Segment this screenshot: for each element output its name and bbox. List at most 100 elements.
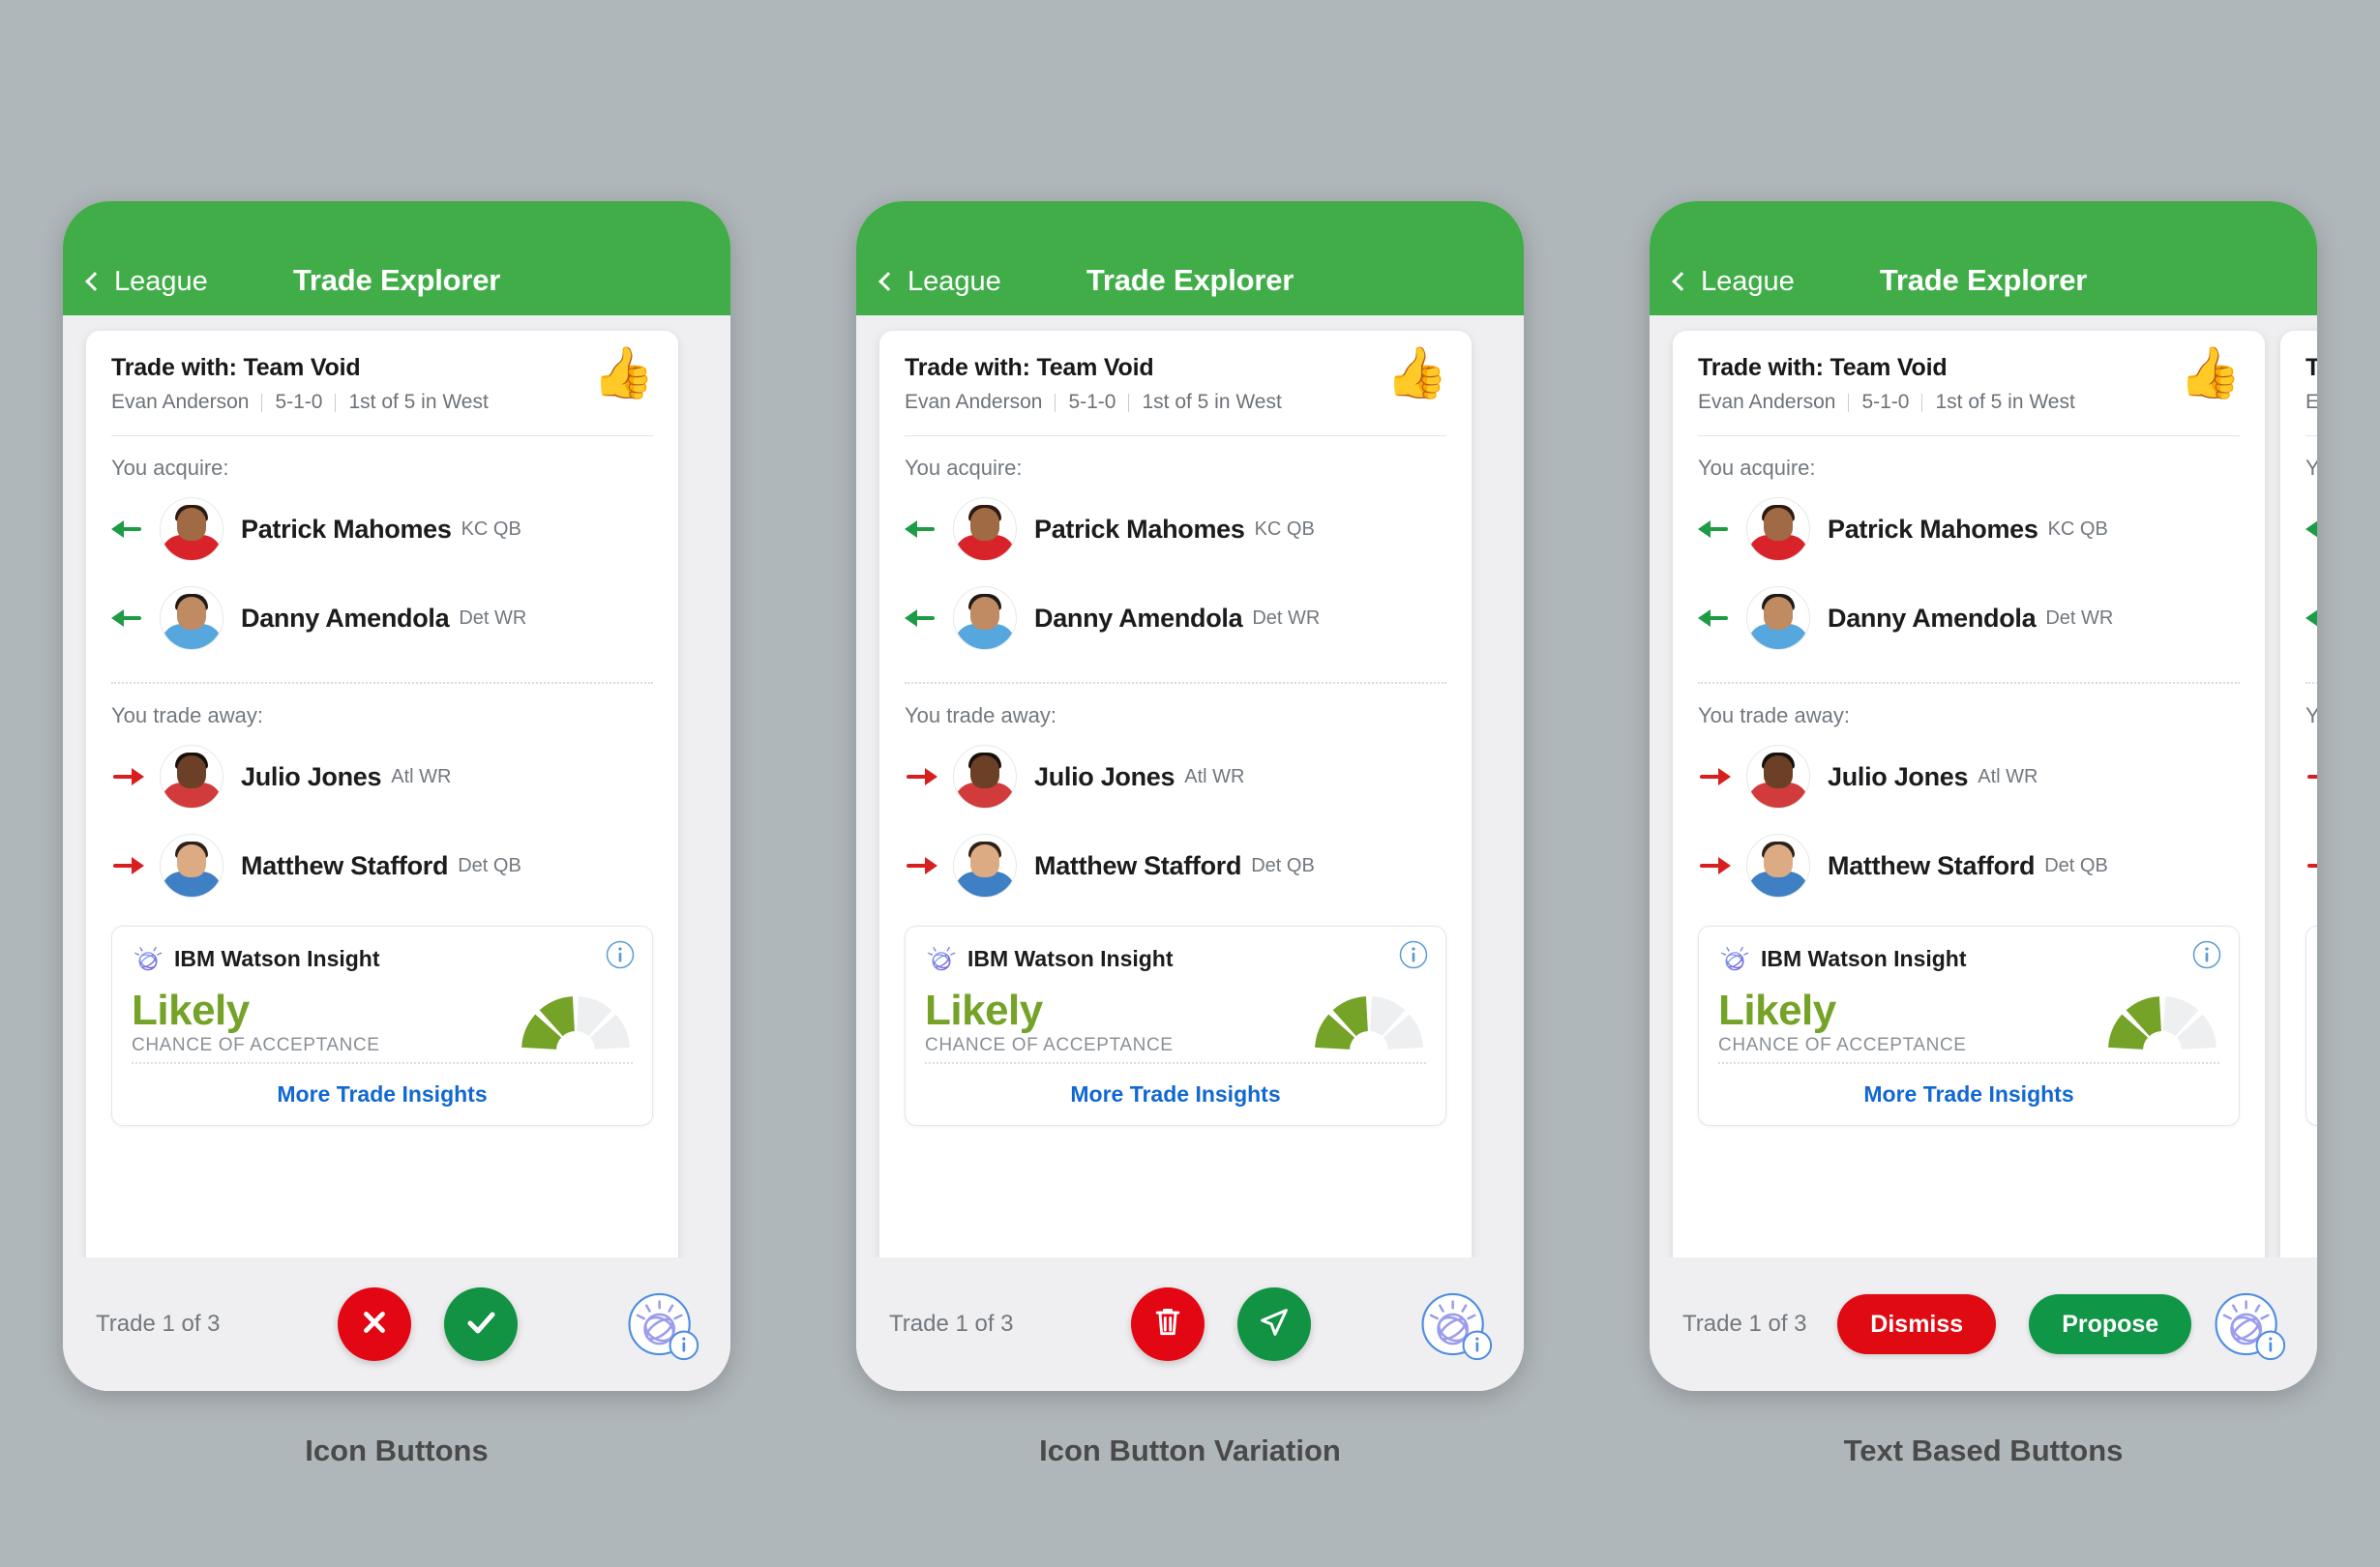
info-icon[interactable] bbox=[606, 940, 635, 969]
player-row[interactable]: Julio Jones Atl WR bbox=[1698, 732, 2240, 821]
watson-insight-header: IBM Watson Insight bbox=[1718, 942, 2219, 975]
trade-card[interactable]: Trade with: Team Void Evan Anderson 5-1-… bbox=[879, 331, 1472, 1257]
propose-trade-button[interactable] bbox=[1237, 1287, 1312, 1361]
watson-insight-title: IBM Watson Insight bbox=[174, 945, 380, 971]
arrow-out-icon bbox=[905, 857, 937, 874]
player-position: Atl WR bbox=[1978, 765, 2038, 787]
watson-assistant-fab[interactable] bbox=[622, 1284, 703, 1365]
phone-variant-3: League Trade Explorer Trade with: Team V… bbox=[1587, 201, 2380, 1468]
acceptance-verdict: Likely bbox=[925, 987, 1043, 1034]
trade-away-label: You trade away: bbox=[1698, 703, 1850, 727]
trade-card-header: Trade with: Team Void Evan Anderson 5-1-… bbox=[1698, 348, 2242, 414]
info-icon[interactable] bbox=[1399, 940, 1428, 969]
manager-name: Evan Anderson bbox=[905, 391, 1043, 413]
player-position: Det WR bbox=[2045, 606, 2114, 629]
avatar bbox=[953, 834, 1017, 898]
player-row[interactable]: Matthew Stafford Det QB bbox=[905, 821, 1446, 910]
propose-trade-button[interactable]: Propose bbox=[2029, 1294, 2192, 1354]
arrow-in-icon bbox=[1698, 609, 1731, 627]
arrow-out-icon bbox=[111, 768, 144, 785]
trade-card-header: Trade with: Team Void Evan Anderson 5-1-… bbox=[2306, 354, 2317, 414]
acquire-label: You acquire: bbox=[111, 456, 229, 480]
app-navbar: League Trade Explorer bbox=[63, 201, 730, 315]
player-row[interactable]: Patrick Mahomes KC QB bbox=[1698, 485, 2240, 574]
player-row[interactable]: Matthew Stafford Det QB bbox=[2306, 821, 2317, 910]
acceptance-verdict-block: Likely CHANCE OF ACCEPTANCE bbox=[132, 987, 380, 1056]
trade-card-carousel[interactable]: Trade with: Team Void Evan Anderson 5-1-… bbox=[1650, 331, 2317, 1257]
trade-card-header: Trade with: Team Void Evan Anderson 5-1-… bbox=[111, 348, 655, 414]
avatar bbox=[1746, 586, 1810, 650]
player-row[interactable]: Danny Amendola Det WR bbox=[1698, 574, 2240, 663]
section-divider bbox=[2306, 682, 2317, 684]
trade-card[interactable]: Trade with: Team Void Evan Anderson 5-1-… bbox=[1673, 331, 2265, 1257]
player-row[interactable]: Julio Jones Atl WR bbox=[111, 732, 653, 821]
trade-away-label: You trade away: bbox=[111, 703, 263, 727]
player-row[interactable]: Danny Amendola Det WR bbox=[111, 574, 653, 663]
player-row[interactable]: Julio Jones Atl WR bbox=[905, 732, 1446, 821]
watson-insight-card[interactable]: IBM Watson Insight Likely CHANCE OF ACCE… bbox=[1698, 926, 2240, 1127]
trade-counter: Trade 1 of 3 bbox=[889, 1311, 1014, 1337]
header-divider bbox=[1698, 435, 2240, 436]
player-row[interactable]: Patrick Mahomes KC QB bbox=[2306, 485, 2317, 574]
trade-actions bbox=[1014, 1287, 1429, 1361]
avatar bbox=[160, 497, 223, 561]
watson-insight-card[interactable]: IBM Watson Insight Likely CHANCE OF ACCE… bbox=[905, 926, 1446, 1127]
more-trade-insights-link[interactable]: More Trade Insights bbox=[1863, 1081, 2073, 1107]
info-icon[interactable] bbox=[2192, 940, 2221, 969]
arrow-out-icon bbox=[1698, 857, 1731, 874]
acceptance-verdict: Likely bbox=[132, 987, 250, 1034]
more-trade-insights-link[interactable]: More Trade Insights bbox=[277, 1081, 487, 1107]
header-divider bbox=[111, 435, 653, 436]
watson-insight-card[interactable]: IBM Watson Insight Likely CHANCE OF ACCE… bbox=[111, 926, 653, 1127]
watson-insight-card[interactable]: IBM Watson Insight Likely CHANCE OF ACCE… bbox=[2306, 926, 2317, 1127]
more-trade-insights-link[interactable]: More Trade Insights bbox=[1070, 1081, 1280, 1107]
avatar bbox=[953, 586, 1017, 650]
variant-caption: Icon Buttons bbox=[305, 1434, 489, 1467]
watson-icon bbox=[1718, 942, 1751, 975]
trade-partner-name: Trade with: Team Void bbox=[1698, 354, 1948, 381]
player-name: Danny Amendola bbox=[241, 603, 450, 633]
dismiss-trade-button[interactable] bbox=[1131, 1287, 1205, 1361]
action-bar: Trade 1 of 3 bbox=[856, 1257, 1524, 1391]
player-row[interactable]: Patrick Mahomes KC QB bbox=[905, 485, 1446, 574]
screen-body: Trade with: Team Void Evan Anderson 5-1-… bbox=[1650, 315, 2317, 1257]
acquire-label: You acquire: bbox=[2306, 456, 2317, 480]
trade-actions bbox=[221, 1287, 636, 1361]
player-row[interactable]: Patrick Mahomes KC QB bbox=[111, 485, 653, 574]
back-button[interactable]: League bbox=[85, 266, 208, 298]
player-row[interactable]: Julio Jones Atl WR bbox=[2306, 732, 2317, 821]
trade-partner-name: Trade with: Team Void bbox=[111, 354, 361, 381]
trade-card-carousel[interactable]: Trade with: Team Void Evan Anderson 5-1-… bbox=[856, 331, 1524, 1257]
propose-trade-button[interactable] bbox=[444, 1287, 519, 1361]
player-row[interactable]: Danny Amendola Det WR bbox=[2306, 574, 2317, 663]
back-button[interactable]: League bbox=[1672, 266, 1795, 298]
player-name: Julio Jones bbox=[241, 761, 382, 791]
player-row[interactable]: Matthew Stafford Det QB bbox=[1698, 821, 2240, 910]
player-name: Patrick Mahomes bbox=[1828, 514, 2038, 544]
phone-frame: League Trade Explorer Trade with: Team V… bbox=[1650, 201, 2317, 1391]
player-row[interactable]: Danny Amendola Det WR bbox=[905, 574, 1446, 663]
arrow-out-icon bbox=[2306, 864, 2317, 868]
watson-icon bbox=[132, 942, 164, 975]
watson-assistant-fab[interactable] bbox=[1415, 1284, 1497, 1365]
player-position: Atl WR bbox=[391, 765, 452, 787]
player-name: Danny Amendola bbox=[1034, 603, 1243, 633]
trade-partner-name: Trade with: Team Void bbox=[2306, 354, 2317, 381]
watson-assistant-fab[interactable] bbox=[2209, 1284, 2290, 1365]
phone-variant-1: League Trade Explorer Trade with: Team V… bbox=[0, 201, 793, 1468]
player-row[interactable]: Matthew Stafford Det QB bbox=[111, 821, 653, 910]
trade-card-next[interactable]: Trade with: Team Void Evan Anderson 5-1-… bbox=[2280, 331, 2317, 1257]
dismiss-trade-button[interactable]: Dismiss bbox=[1837, 1294, 1997, 1354]
player-name: Julio Jones bbox=[1828, 761, 1969, 791]
trash-icon bbox=[1150, 1303, 1185, 1346]
insight-footer: More Trade Insights bbox=[1718, 1062, 2219, 1125]
phone-mockups-row: League Trade Explorer Trade with: Team V… bbox=[0, 201, 2380, 1468]
trade-card[interactable]: Trade with: Team Void Evan Anderson 5-1-… bbox=[86, 331, 678, 1257]
dismiss-trade-button[interactable] bbox=[338, 1287, 412, 1361]
meta-divider bbox=[261, 393, 263, 412]
acceptance-gauge bbox=[2105, 994, 2219, 1054]
arrow-out-icon bbox=[111, 857, 144, 874]
back-button[interactable]: League bbox=[878, 266, 1001, 298]
trade-card-carousel[interactable]: Trade with: Team Void Evan Anderson 5-1-… bbox=[63, 331, 730, 1257]
player-name: Danny Amendola bbox=[1828, 603, 2037, 633]
